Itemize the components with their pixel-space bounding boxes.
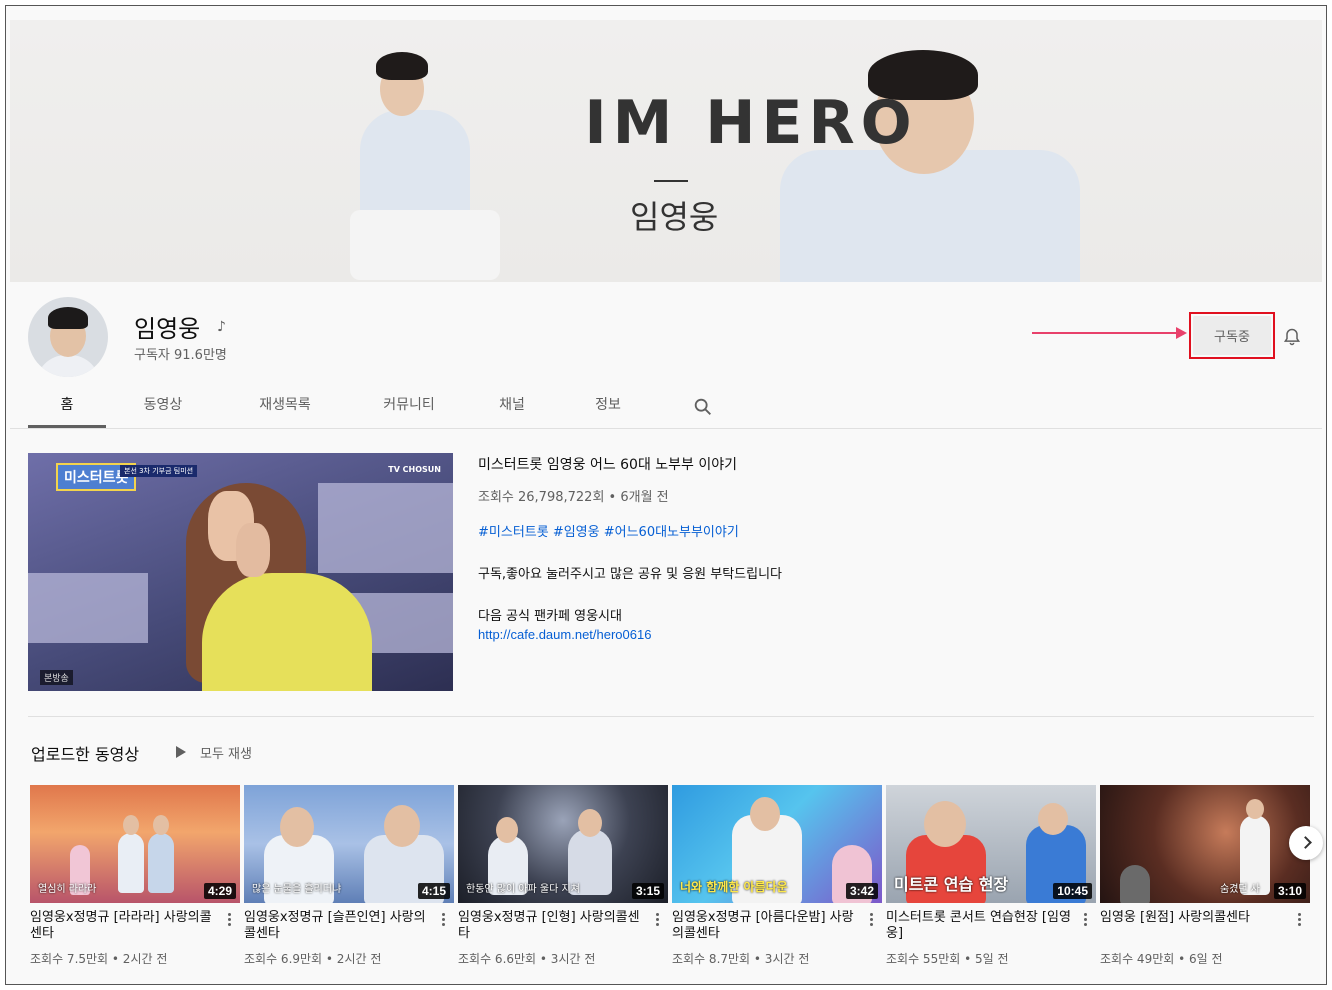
video-thumbnail[interactable]: 한동안 많이 아파 울다 지쳐 3:15: [458, 785, 668, 903]
channel-avatar[interactable]: [28, 297, 108, 377]
tv-chosun-logo: TV CHOSUN: [388, 465, 441, 474]
featured-video-hashtags[interactable]: #미스터트롯 #임영웅 #어느60대노부부이야기: [478, 521, 739, 540]
play-all-label: 모두 재생: [200, 746, 252, 762]
section-divider: [28, 716, 1314, 717]
fan-cafe-link[interactable]: http://cafe.daum.net/hero0616: [478, 627, 651, 642]
thumbnail-caption: 숨겼던 사: [1220, 884, 1260, 895]
more-vert-icon[interactable]: [1078, 911, 1092, 931]
more-vert-icon[interactable]: [222, 911, 236, 931]
channel-tabs: 홈 동영상 재생목록 커뮤니티 채널 정보: [28, 384, 748, 428]
thumbnail-caption: 너와 함께한 아름다운: [680, 880, 788, 894]
video-meta: 조회수 49만회 • 6일 전: [1100, 952, 1223, 966]
chevron-right-icon[interactable]: [1289, 826, 1323, 860]
search-icon[interactable]: [692, 396, 714, 418]
thumbnail-badge: 본방송: [40, 670, 73, 685]
video-thumbnail[interactable]: 너와 함께한 아름다운 3:42: [672, 785, 882, 903]
music-note-icon: ♪: [217, 319, 226, 335]
video-card: 너와 함께한 아름다운 3:42 임영웅x정명규 [아름다운밤] 사랑의콜센타 …: [672, 785, 882, 967]
youtube-channel-page: IM HERO 임영웅 임영웅 ♪ 구독자 91.6만명 구독중 홈 동영상 재…: [5, 5, 1327, 985]
banner-divider: [654, 180, 688, 182]
video-card: 많은 눈물을 흘리더냐 4:15 임영웅x정명규 [슬픈인연] 사랑의콜센타 조…: [244, 785, 454, 967]
more-vert-icon[interactable]: [1292, 911, 1306, 931]
annotation-arrow-head: [1176, 327, 1187, 339]
featured-video-description: 구독,좋아요 눌러주시고 많은 공유 및 응원 부탁드립니다: [478, 567, 783, 582]
thumbnail-subtitle: 본선 3차 기부금 팀미션: [120, 465, 198, 477]
video-card: 열심히 라라라 4:29 임영웅x정명규 [라라라] 사랑의콜센타 조회수 7.…: [30, 785, 240, 967]
play-all-button[interactable]: 모두 재생: [176, 740, 252, 764]
channel-name: 임영웅: [134, 315, 201, 343]
tab-about[interactable]: 정보: [580, 384, 636, 428]
more-vert-icon[interactable]: [864, 911, 878, 931]
tab-playlists[interactable]: 재생목록: [238, 384, 332, 428]
annotation-arrow: [1032, 332, 1182, 334]
video-meta: 조회수 7.5만회 • 2시간 전: [30, 952, 168, 966]
video-title[interactable]: 임영웅x정명규 [슬픈인연] 사랑의콜센타: [244, 910, 432, 944]
thumbnail-caption: 열심히 라라라: [38, 884, 97, 895]
banner-subtitle: 임영웅: [630, 198, 719, 236]
more-vert-icon[interactable]: [650, 911, 664, 931]
video-duration: 4:29: [203, 883, 236, 899]
channel-banner: IM HERO 임영웅: [10, 20, 1322, 282]
bell-icon[interactable]: [1282, 326, 1302, 348]
featured-video-meta: 조회수 26,798,722회 • 6개월 전: [478, 490, 669, 505]
thumbnail-caption: 많은 눈물을 흘리더냐: [252, 884, 342, 895]
video-thumbnail[interactable]: 열심히 라라라 4:29: [30, 785, 240, 903]
video-card: 숨겼던 사 3:10 임영웅 [원점] 사랑의콜센타 조회수 49만회 • 6일…: [1100, 785, 1310, 967]
video-duration: 3:15: [631, 883, 664, 899]
video-thumbnail[interactable]: 많은 눈물을 흘리더냐 4:15: [244, 785, 454, 903]
video-meta: 조회수 8.7만회 • 3시간 전: [672, 952, 810, 966]
tab-home[interactable]: 홈: [28, 384, 106, 428]
video-duration: 10:45: [1053, 883, 1092, 899]
video-duration: 3:42: [845, 883, 878, 899]
video-thumbnail[interactable]: 숨겼던 사 3:10: [1100, 785, 1310, 903]
subscribed-button[interactable]: 구독중: [1193, 316, 1271, 355]
thumbnail-caption: 한동안 많이 아파 울다 지쳐: [466, 884, 580, 895]
video-thumbnail[interactable]: 미트콘 연습 현장 10:45: [886, 785, 1096, 903]
video-card: 한동안 많이 아파 울다 지쳐 3:15 임영웅x정명규 [인형] 사랑의콜센타…: [458, 785, 668, 967]
video-card: 미트콘 연습 현장 10:45 미스터트롯 콘서트 연습현장 [임영웅] 조회수…: [886, 785, 1096, 967]
tab-channels[interactable]: 채널: [484, 384, 540, 428]
video-duration: 3:10: [1273, 883, 1306, 899]
tab-community[interactable]: 커뮤니티: [362, 384, 456, 428]
banner-title: IM HERO: [584, 88, 918, 158]
video-meta: 조회수 6.9만회 • 2시간 전: [244, 952, 382, 966]
video-title[interactable]: 임영웅 [원점] 사랑의콜센타: [1100, 910, 1288, 944]
featured-video-thumbnail[interactable]: 미스터트롯 본선 3차 기부금 팀미션 TV CHOSUN 본방송: [28, 453, 453, 691]
more-vert-icon[interactable]: [436, 911, 450, 931]
video-title[interactable]: 임영웅x정명규 [아름다운밤] 사랑의콜센타: [672, 910, 860, 944]
video-title[interactable]: 임영웅x정명규 [인형] 사랑의콜센타: [458, 910, 646, 944]
subscriber-count: 구독자 91.6만명: [134, 348, 227, 363]
tab-videos[interactable]: 동영상: [128, 384, 198, 428]
play-icon: [176, 746, 186, 758]
thumbnail-caption: 미트콘 연습 현장: [894, 875, 1009, 894]
video-title[interactable]: 미스터트롯 콘서트 연습현장 [임영웅]: [886, 910, 1074, 944]
featured-video-title[interactable]: 미스터트롯 임영웅 어느 60대 노부부 이야기: [478, 454, 737, 474]
featured-video-description-2: 다음 공식 팬카페 영웅시대: [478, 609, 622, 624]
video-duration: 4:15: [417, 883, 450, 899]
video-meta: 조회수 6.6만회 • 3시간 전: [458, 952, 596, 966]
video-meta: 조회수 55만회 • 5일 전: [886, 952, 1009, 966]
uploads-section-title: 업로드한 동영상: [31, 745, 140, 764]
video-title[interactable]: 임영웅x정명규 [라라라] 사랑의콜센타: [30, 910, 218, 944]
